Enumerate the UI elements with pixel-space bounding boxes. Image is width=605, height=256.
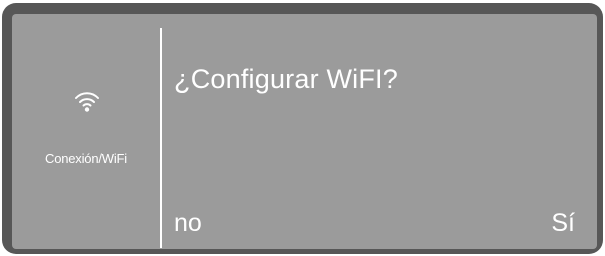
- side-panel: Conexión/WiFi: [12, 14, 160, 249]
- wifi-icon: [75, 92, 99, 112]
- display-bezel: Conexión/WiFi ¿Configurar WiFI? no Sí: [2, 3, 603, 254]
- yes-button[interactable]: Sí: [551, 211, 575, 236]
- no-button[interactable]: no: [174, 211, 202, 236]
- display-screen: Conexión/WiFi ¿Configurar WiFI? no Sí: [12, 14, 597, 249]
- divider: [160, 28, 162, 248]
- side-panel-label: Conexión/WiFi: [45, 151, 127, 166]
- dialog-prompt: ¿Configurar WiFI?: [174, 64, 398, 94]
